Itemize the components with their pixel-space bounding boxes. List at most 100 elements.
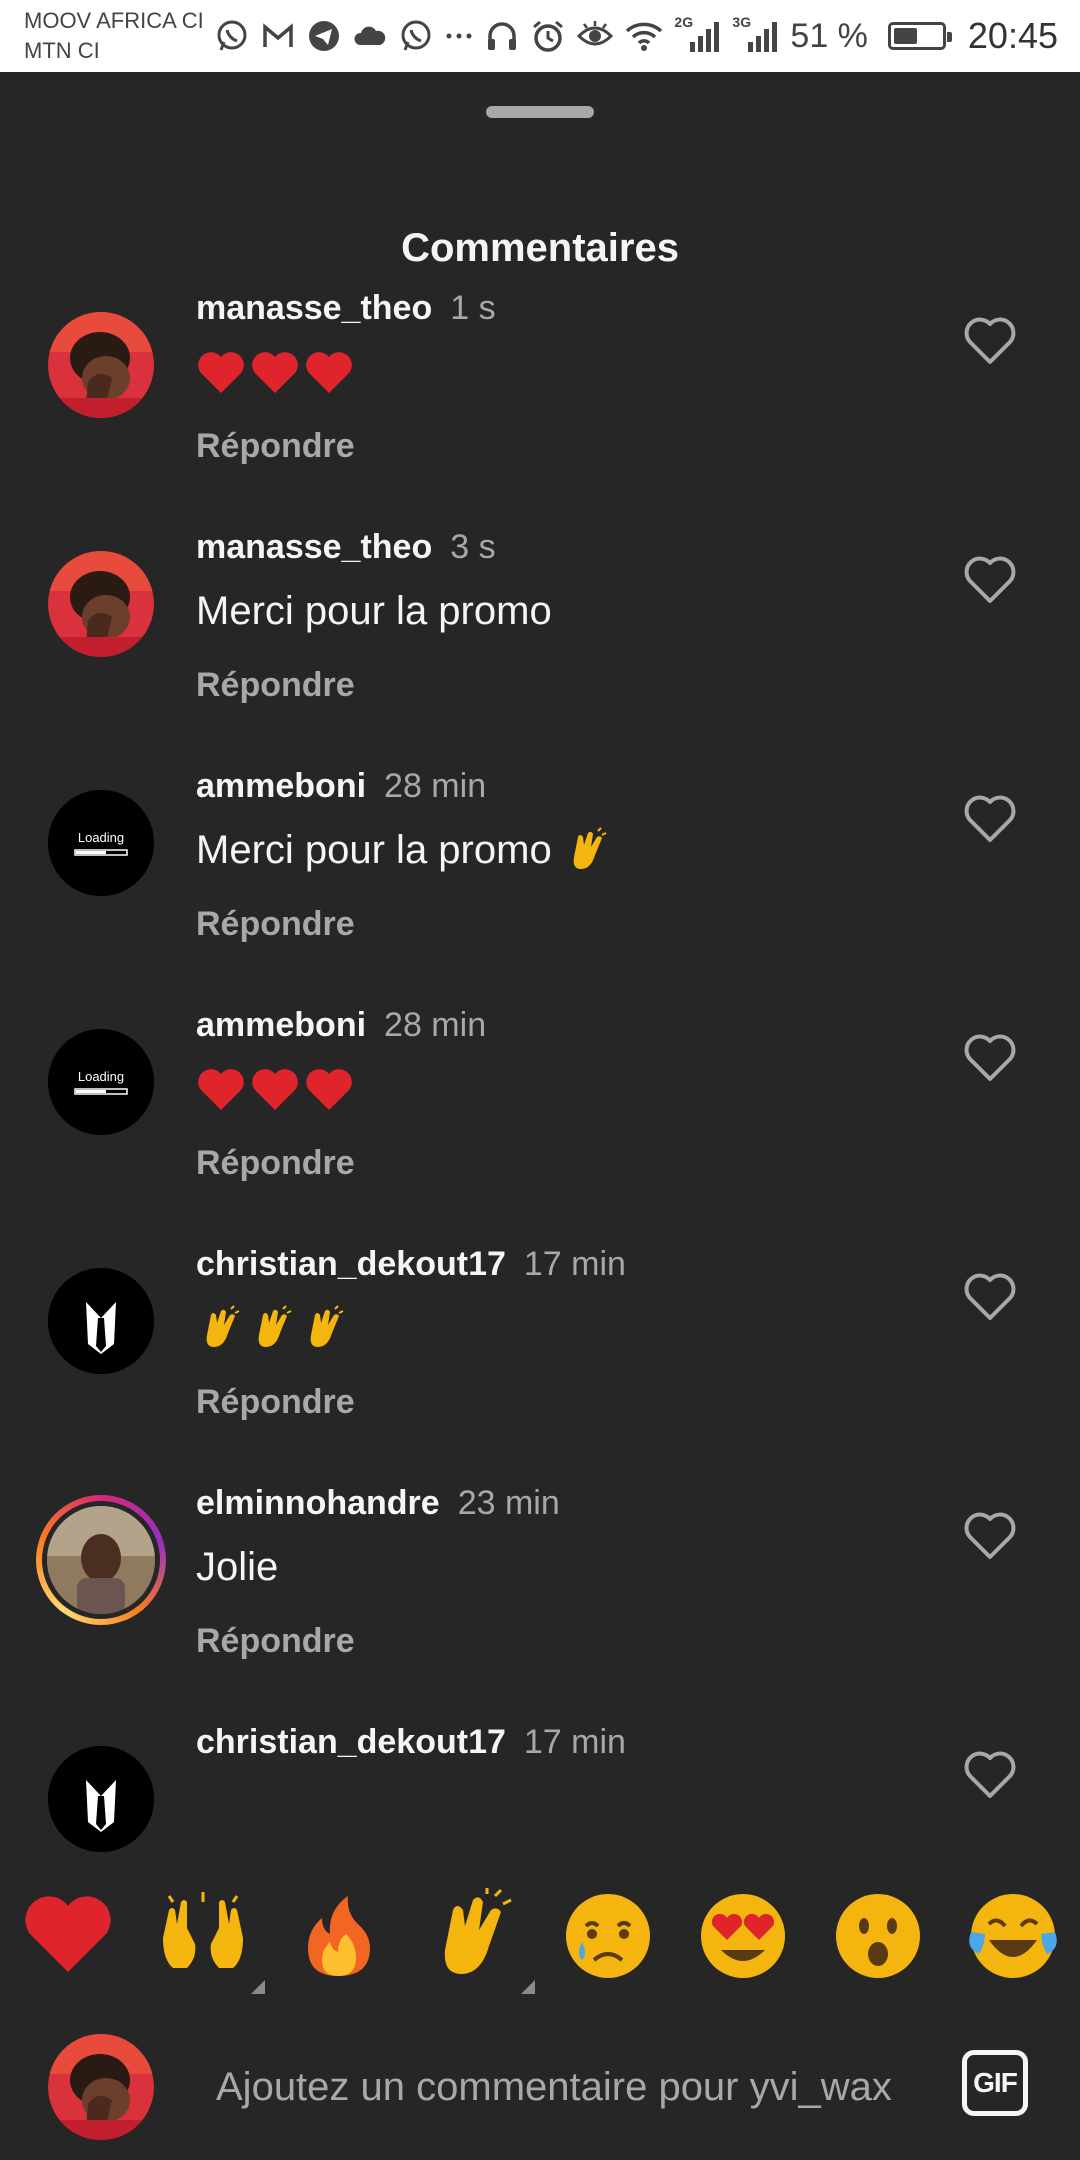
reply-button[interactable]: Répondre (196, 902, 355, 946)
carrier-info: MOOV AFRICA CI MTN CI (24, 6, 204, 66)
clap-emoji (258, 1305, 292, 1347)
comment-header: ammeboni 28 min (196, 1003, 486, 1047)
eye-comfort-icon (577, 21, 614, 46)
comment-time: 17 min (523, 1245, 626, 1283)
comments-list[interactable]: manasse_theo 1 s Répondre manasse_theo 3 s… (0, 262, 1080, 1852)
battery-icon (887, 22, 952, 50)
loading-avatar[interactable]: Loading (48, 1029, 154, 1135)
like-heart-icon[interactable] (962, 1509, 1018, 1561)
comment-time: 28 min (384, 1006, 487, 1044)
reply-button[interactable]: Répondre (196, 1141, 355, 1185)
comment-time: 17 min (523, 1723, 626, 1761)
story-ring-avatar[interactable] (36, 1495, 166, 1625)
user-photo-icon[interactable] (48, 551, 154, 657)
wifi-icon (626, 22, 663, 51)
surprised-face-emoji[interactable] (830, 1888, 926, 1984)
heart-emoji (198, 352, 244, 393)
comment-body (196, 1302, 348, 1354)
tuxedo-avatar[interactable] (48, 1268, 154, 1374)
comment-text: Merci pour la promo (196, 828, 552, 872)
comment-header: elminnohandre 23 min (196, 1481, 560, 1525)
raising-hands-emoji[interactable] (155, 1888, 265, 1994)
like-heart-icon[interactable] (962, 314, 1018, 366)
story-ring (42, 1501, 160, 1619)
system-icons: 2G 3G 51 % 20:45 (484, 12, 1058, 60)
heart-emoji (252, 352, 298, 393)
fire-emoji[interactable] (290, 1888, 386, 1984)
clap-emoji (206, 1305, 240, 1347)
comment-body (196, 346, 354, 398)
reply-button[interactable]: Répondre (196, 1619, 355, 1663)
heart-emoji (306, 1069, 352, 1110)
signal-3g: 3G (732, 14, 780, 54)
telegram-icon (309, 21, 339, 51)
more-notifications-icon (446, 33, 472, 39)
comment-item: christian_dekout17 17 min Répondre (0, 1218, 1080, 1457)
variant-indicator (251, 1980, 265, 1994)
comment-header: christian_dekout17 17 min (196, 1242, 626, 1286)
like-heart-icon[interactable] (962, 1270, 1018, 1322)
heart-emoji[interactable] (20, 1888, 116, 1984)
clap-emoji (310, 1305, 344, 1347)
comment-item: elminnohandre 23 min Jolie Répondre (0, 1457, 1080, 1696)
whatsapp-icon (217, 20, 247, 51)
reply-button[interactable]: Répondre (196, 1380, 355, 1424)
gif-button[interactable]: GIF (962, 2050, 1028, 2116)
comment-header: manasse_theo 3 s (196, 525, 496, 569)
comment-item: manasse_theo 1 s Répondre (0, 262, 1080, 501)
carrier-1: MOOV AFRICA CI (24, 8, 204, 33)
like-heart-icon[interactable] (962, 1031, 1018, 1083)
comment-time: 28 min (384, 767, 487, 805)
alarm-icon (533, 20, 564, 52)
crying-face-emoji[interactable] (560, 1888, 656, 1984)
clock: 20:45 (967, 15, 1058, 56)
comment-username[interactable]: elminnohandre (196, 1484, 440, 1522)
variant-indicator (521, 1980, 535, 1994)
comment-item: christian_dekout17 17 min (0, 1696, 1080, 1852)
comment-username[interactable]: ammeboni (196, 767, 366, 805)
battery-level (893, 28, 917, 44)
cloud-icon (354, 26, 386, 45)
tears-of-joy-emoji[interactable] (965, 1888, 1061, 1984)
comment-username[interactable]: christian_dekout17 (196, 1723, 506, 1761)
comment-composer: GIF (0, 2022, 1080, 2160)
status-bar: MOOV AFRICA CI MTN CI 2G 3G 51 % 20:45 (0, 0, 1080, 72)
like-heart-icon[interactable] (962, 1748, 1018, 1800)
comment-input[interactable] (216, 2052, 916, 2122)
comment-username[interactable]: manasse_theo (196, 289, 432, 327)
clapping-hands-emoji[interactable] (425, 1888, 535, 1994)
comment-time: 23 min (457, 1484, 560, 1522)
user-photo-icon[interactable] (48, 312, 154, 418)
comment-text: Merci pour la promo (196, 589, 552, 633)
like-heart-icon[interactable] (962, 553, 1018, 605)
comment-body: Merci pour la promo (196, 824, 610, 876)
carrier-2: MTN CI (24, 38, 100, 63)
gmail-icon (263, 23, 293, 47)
signal-2g: 2G (674, 14, 722, 54)
heart-emoji (306, 352, 352, 393)
comment-body (196, 1063, 354, 1115)
comment-item: Loading ammeboni 28 min Merci pour la pro… (0, 740, 1080, 979)
clap-emoji (573, 827, 607, 869)
reply-button[interactable]: Répondre (196, 424, 355, 468)
comment-item: manasse_theo 3 s Merci pour la promo Répo… (0, 501, 1080, 740)
comment-username[interactable]: christian_dekout17 (196, 1245, 506, 1283)
comment-username[interactable]: manasse_theo (196, 528, 432, 566)
notification-icons (214, 14, 474, 58)
like-heart-icon[interactable] (962, 792, 1018, 844)
heart-eyes-emoji[interactable] (695, 1888, 791, 1984)
whatsapp-icon-2 (401, 20, 431, 51)
drag-handle[interactable] (486, 106, 594, 118)
user-photo-icon (47, 1506, 155, 1614)
loading-avatar[interactable]: Loading (48, 790, 154, 896)
comment-time: 1 s (450, 289, 496, 327)
headphones-icon (488, 22, 517, 50)
tuxedo-avatar[interactable] (48, 1746, 154, 1852)
comment-username[interactable]: ammeboni (196, 1006, 366, 1044)
my-avatar (48, 2034, 154, 2140)
signal-bars-icon (690, 22, 720, 52)
reply-button[interactable]: Répondre (196, 663, 355, 707)
comment-time: 3 s (450, 528, 496, 566)
comment-header: ammeboni 28 min (196, 764, 486, 808)
comment-text: Jolie (196, 1545, 279, 1589)
